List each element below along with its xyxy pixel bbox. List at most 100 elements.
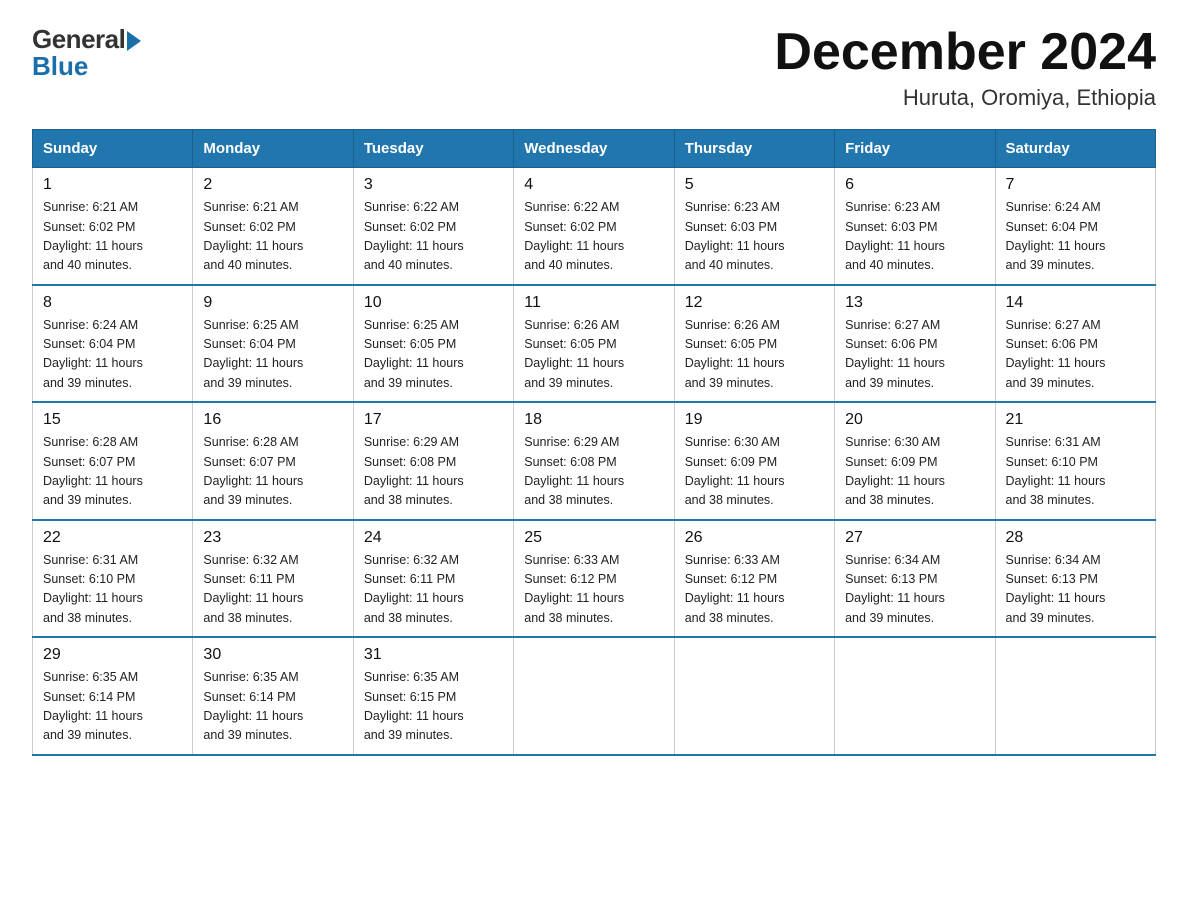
- day-cell: 20 Sunrise: 6:30 AMSunset: 6:09 PMDaylig…: [835, 402, 995, 520]
- day-cell: [995, 637, 1155, 755]
- day-number: 8: [43, 294, 182, 312]
- day-number: 5: [685, 176, 824, 194]
- calendar-body: 1 Sunrise: 6:21 AMSunset: 6:02 PMDayligh…: [33, 168, 1156, 755]
- day-number: 19: [685, 411, 824, 429]
- week-row-4: 22 Sunrise: 6:31 AMSunset: 6:10 PMDaylig…: [33, 520, 1156, 638]
- header-cell-tuesday: Tuesday: [353, 130, 513, 168]
- day-number: 17: [364, 411, 503, 429]
- day-number: 31: [364, 646, 503, 664]
- day-info: Sunrise: 6:32 AMSunset: 6:11 PMDaylight:…: [203, 551, 342, 629]
- day-cell: 1 Sunrise: 6:21 AMSunset: 6:02 PMDayligh…: [33, 168, 193, 285]
- day-number: 30: [203, 646, 342, 664]
- day-cell: [514, 637, 674, 755]
- day-number: 23: [203, 529, 342, 547]
- day-info: Sunrise: 6:24 AMSunset: 6:04 PMDaylight:…: [43, 316, 182, 394]
- day-info: Sunrise: 6:30 AMSunset: 6:09 PMDaylight:…: [685, 433, 824, 511]
- day-info: Sunrise: 6:25 AMSunset: 6:04 PMDaylight:…: [203, 316, 342, 394]
- day-cell: 22 Sunrise: 6:31 AMSunset: 6:10 PMDaylig…: [33, 520, 193, 638]
- day-info: Sunrise: 6:27 AMSunset: 6:06 PMDaylight:…: [845, 316, 984, 394]
- day-number: 20: [845, 411, 984, 429]
- day-cell: 16 Sunrise: 6:28 AMSunset: 6:07 PMDaylig…: [193, 402, 353, 520]
- day-cell: 30 Sunrise: 6:35 AMSunset: 6:14 PMDaylig…: [193, 637, 353, 755]
- day-info: Sunrise: 6:34 AMSunset: 6:13 PMDaylight:…: [1006, 551, 1145, 629]
- logo-arrow-icon: [127, 31, 141, 51]
- header-row: SundayMondayTuesdayWednesdayThursdayFrid…: [33, 130, 1156, 168]
- day-cell: 29 Sunrise: 6:35 AMSunset: 6:14 PMDaylig…: [33, 637, 193, 755]
- day-cell: 26 Sunrise: 6:33 AMSunset: 6:12 PMDaylig…: [674, 520, 834, 638]
- title-block: December 2024 Huruta, Oromiya, Ethiopia: [774, 24, 1156, 111]
- day-number: 7: [1006, 176, 1145, 194]
- day-number: 24: [364, 529, 503, 547]
- day-cell: 19 Sunrise: 6:30 AMSunset: 6:09 PMDaylig…: [674, 402, 834, 520]
- day-cell: 24 Sunrise: 6:32 AMSunset: 6:11 PMDaylig…: [353, 520, 513, 638]
- day-cell: 17 Sunrise: 6:29 AMSunset: 6:08 PMDaylig…: [353, 402, 513, 520]
- day-number: 10: [364, 294, 503, 312]
- day-number: 9: [203, 294, 342, 312]
- day-info: Sunrise: 6:24 AMSunset: 6:04 PMDaylight:…: [1006, 198, 1145, 276]
- week-row-1: 1 Sunrise: 6:21 AMSunset: 6:02 PMDayligh…: [33, 168, 1156, 285]
- day-cell: 13 Sunrise: 6:27 AMSunset: 6:06 PMDaylig…: [835, 285, 995, 403]
- day-info: Sunrise: 6:30 AMSunset: 6:09 PMDaylight:…: [845, 433, 984, 511]
- day-number: 29: [43, 646, 182, 664]
- day-cell: 28 Sunrise: 6:34 AMSunset: 6:13 PMDaylig…: [995, 520, 1155, 638]
- day-cell: 4 Sunrise: 6:22 AMSunset: 6:02 PMDayligh…: [514, 168, 674, 285]
- day-number: 4: [524, 176, 663, 194]
- day-cell: 11 Sunrise: 6:26 AMSunset: 6:05 PMDaylig…: [514, 285, 674, 403]
- week-row-3: 15 Sunrise: 6:28 AMSunset: 6:07 PMDaylig…: [33, 402, 1156, 520]
- day-cell: 18 Sunrise: 6:29 AMSunset: 6:08 PMDaylig…: [514, 402, 674, 520]
- day-cell: 15 Sunrise: 6:28 AMSunset: 6:07 PMDaylig…: [33, 402, 193, 520]
- day-info: Sunrise: 6:28 AMSunset: 6:07 PMDaylight:…: [203, 433, 342, 511]
- day-info: Sunrise: 6:22 AMSunset: 6:02 PMDaylight:…: [364, 198, 503, 276]
- day-cell: 8 Sunrise: 6:24 AMSunset: 6:04 PMDayligh…: [33, 285, 193, 403]
- day-number: 14: [1006, 294, 1145, 312]
- day-info: Sunrise: 6:35 AMSunset: 6:14 PMDaylight:…: [43, 668, 182, 746]
- day-number: 12: [685, 294, 824, 312]
- day-info: Sunrise: 6:28 AMSunset: 6:07 PMDaylight:…: [43, 433, 182, 511]
- day-cell: 9 Sunrise: 6:25 AMSunset: 6:04 PMDayligh…: [193, 285, 353, 403]
- day-info: Sunrise: 6:35 AMSunset: 6:15 PMDaylight:…: [364, 668, 503, 746]
- day-number: 22: [43, 529, 182, 547]
- day-cell: 3 Sunrise: 6:22 AMSunset: 6:02 PMDayligh…: [353, 168, 513, 285]
- day-info: Sunrise: 6:31 AMSunset: 6:10 PMDaylight:…: [43, 551, 182, 629]
- day-cell: 31 Sunrise: 6:35 AMSunset: 6:15 PMDaylig…: [353, 637, 513, 755]
- day-info: Sunrise: 6:26 AMSunset: 6:05 PMDaylight:…: [524, 316, 663, 394]
- header-cell-thursday: Thursday: [674, 130, 834, 168]
- day-number: 18: [524, 411, 663, 429]
- day-info: Sunrise: 6:33 AMSunset: 6:12 PMDaylight:…: [685, 551, 824, 629]
- day-number: 6: [845, 176, 984, 194]
- day-cell: 2 Sunrise: 6:21 AMSunset: 6:02 PMDayligh…: [193, 168, 353, 285]
- day-info: Sunrise: 6:34 AMSunset: 6:13 PMDaylight:…: [845, 551, 984, 629]
- header-cell-friday: Friday: [835, 130, 995, 168]
- day-cell: 5 Sunrise: 6:23 AMSunset: 6:03 PMDayligh…: [674, 168, 834, 285]
- day-info: Sunrise: 6:22 AMSunset: 6:02 PMDaylight:…: [524, 198, 663, 276]
- day-number: 26: [685, 529, 824, 547]
- day-info: Sunrise: 6:29 AMSunset: 6:08 PMDaylight:…: [364, 433, 503, 511]
- week-row-2: 8 Sunrise: 6:24 AMSunset: 6:04 PMDayligh…: [33, 285, 1156, 403]
- day-number: 13: [845, 294, 984, 312]
- day-number: 1: [43, 176, 182, 194]
- day-cell: 14 Sunrise: 6:27 AMSunset: 6:06 PMDaylig…: [995, 285, 1155, 403]
- day-info: Sunrise: 6:35 AMSunset: 6:14 PMDaylight:…: [203, 668, 342, 746]
- location-title: Huruta, Oromiya, Ethiopia: [774, 85, 1156, 111]
- day-cell: [674, 637, 834, 755]
- day-cell: 27 Sunrise: 6:34 AMSunset: 6:13 PMDaylig…: [835, 520, 995, 638]
- day-number: 28: [1006, 529, 1145, 547]
- day-cell: 12 Sunrise: 6:26 AMSunset: 6:05 PMDaylig…: [674, 285, 834, 403]
- day-info: Sunrise: 6:23 AMSunset: 6:03 PMDaylight:…: [845, 198, 984, 276]
- day-number: 16: [203, 411, 342, 429]
- header-cell-wednesday: Wednesday: [514, 130, 674, 168]
- header-cell-sunday: Sunday: [33, 130, 193, 168]
- calendar-header: SundayMondayTuesdayWednesdayThursdayFrid…: [33, 130, 1156, 168]
- day-cell: 23 Sunrise: 6:32 AMSunset: 6:11 PMDaylig…: [193, 520, 353, 638]
- month-title: December 2024: [774, 24, 1156, 81]
- logo-blue-text: Blue: [32, 51, 88, 82]
- week-row-5: 29 Sunrise: 6:35 AMSunset: 6:14 PMDaylig…: [33, 637, 1156, 755]
- day-info: Sunrise: 6:31 AMSunset: 6:10 PMDaylight:…: [1006, 433, 1145, 511]
- logo: General Blue: [32, 24, 141, 82]
- header-cell-saturday: Saturday: [995, 130, 1155, 168]
- day-info: Sunrise: 6:32 AMSunset: 6:11 PMDaylight:…: [364, 551, 503, 629]
- day-cell: 6 Sunrise: 6:23 AMSunset: 6:03 PMDayligh…: [835, 168, 995, 285]
- day-cell: 7 Sunrise: 6:24 AMSunset: 6:04 PMDayligh…: [995, 168, 1155, 285]
- day-info: Sunrise: 6:21 AMSunset: 6:02 PMDaylight:…: [43, 198, 182, 276]
- day-info: Sunrise: 6:26 AMSunset: 6:05 PMDaylight:…: [685, 316, 824, 394]
